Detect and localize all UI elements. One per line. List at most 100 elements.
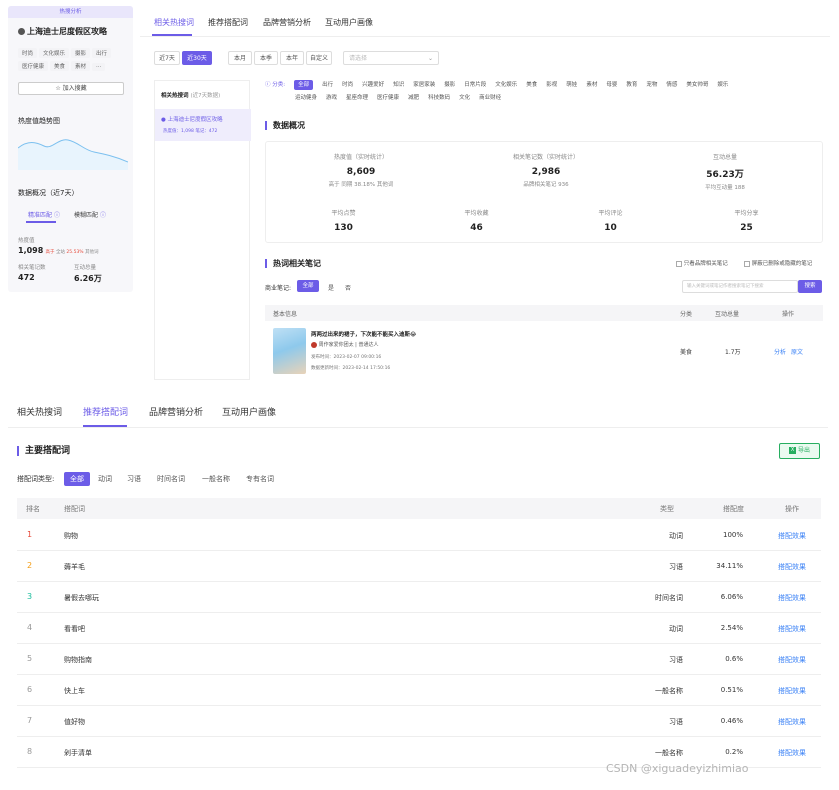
collocation-type: 时间名词 bbox=[655, 594, 683, 602]
category-item[interactable]: 医疗健康 bbox=[377, 93, 399, 103]
col-rank: 排名 bbox=[26, 505, 40, 513]
type-all[interactable]: 全部 bbox=[64, 472, 90, 486]
export-button[interactable]: X 导出 bbox=[779, 443, 820, 459]
type-time-noun[interactable]: 时间名词 bbox=[157, 474, 185, 484]
table-row: 6 快上车 一般名称 0.51% 搭配效果 bbox=[17, 675, 821, 706]
type-proper-noun[interactable]: 专有名词 bbox=[246, 474, 274, 484]
related-list-item[interactable]: ● 上海迪士尼度假区攻略 热度值：1,098 笔记：472 bbox=[155, 109, 251, 141]
collocation-effect-link[interactable]: 搭配效果 bbox=[778, 562, 806, 572]
type-verb[interactable]: 动词 bbox=[98, 474, 112, 484]
category-item[interactable]: 萌娃 bbox=[566, 80, 577, 90]
rank-number: 6 bbox=[27, 685, 33, 694]
rank-number: 7 bbox=[27, 716, 33, 725]
collocation-degree: 6.06% bbox=[720, 593, 743, 601]
tab-user-portrait[interactable]: 互动用户画像 bbox=[325, 17, 373, 28]
related-item-title: ● 上海迪士尼度假区攻略 bbox=[161, 117, 223, 123]
tab-exact-match[interactable]: 精准匹配 ⓘ bbox=[28, 210, 60, 219]
data-overview-title: 数据概况 bbox=[265, 121, 305, 130]
collocation-degree: 34.11% bbox=[716, 562, 743, 570]
category-item[interactable]: 母婴 bbox=[606, 80, 617, 90]
notes-search-input[interactable]: 输入关键词或笔记作者搜索笔记下搜索 bbox=[682, 280, 798, 293]
period-select[interactable]: 请选择 ⌄ bbox=[343, 51, 439, 65]
star-icon: ☆ bbox=[55, 85, 61, 92]
collocation-effect-link[interactable]: 搭配效果 bbox=[778, 717, 806, 727]
category-item[interactable]: 宠物 bbox=[646, 80, 657, 90]
category-item[interactable]: 美女帅哥 bbox=[686, 80, 708, 90]
category-item[interactable]: 娱乐 bbox=[717, 80, 728, 90]
category-item[interactable]: 时尚 bbox=[342, 80, 353, 90]
tab-fuzzy-match[interactable]: 模糊匹配 ⓘ bbox=[74, 210, 106, 219]
tab-user-portrait[interactable]: 互动用户画像 bbox=[222, 405, 276, 418]
category-item[interactable]: 减肥 bbox=[408, 93, 419, 103]
info-icon: ⓘ bbox=[99, 212, 106, 219]
stat-hot: 热度值（实时统计） 8,609 高于 同期 38.18% 其他词 bbox=[306, 152, 416, 188]
filter-custom[interactable]: 自定义 bbox=[306, 51, 332, 65]
filter-month[interactable]: 本月 bbox=[228, 51, 252, 65]
filter-quarter[interactable]: 本季 bbox=[254, 51, 278, 65]
tab-brand-marketing[interactable]: 品牌营销分析 bbox=[263, 17, 311, 28]
category-item[interactable]: 家居家装 bbox=[413, 80, 435, 90]
tag-list: 时尚 文化娱乐 摄影 出行医疗健康 美食 素材 ··· bbox=[18, 48, 130, 74]
collocation-word: 看看吧 bbox=[64, 625, 85, 633]
category-item[interactable]: 素材 bbox=[586, 80, 597, 90]
collocation-degree: 2.54% bbox=[720, 624, 743, 632]
filter-30days[interactable]: 近30天 bbox=[182, 51, 212, 65]
category-item[interactable]: 科技数码 bbox=[428, 93, 450, 103]
category-item[interactable]: 兴趣爱好 bbox=[362, 80, 384, 90]
metric-notes-label: 相关笔记数 bbox=[18, 265, 46, 271]
note-analyze-link[interactable]: 分析 bbox=[774, 347, 786, 356]
tab-related-search[interactable]: 相关热搜词 bbox=[17, 405, 62, 418]
category-item[interactable]: 商业财经 bbox=[479, 93, 501, 103]
filter-no[interactable]: 否 bbox=[345, 283, 351, 292]
tab-recommended-collocation[interactable]: 推荐搭配词 bbox=[83, 405, 128, 418]
collocation-effect-link[interactable]: 搭配效果 bbox=[778, 655, 806, 665]
left-panel: 热搜分析 上海迪士尼度假区攻略 时尚 文化娱乐 摄影 出行医疗健康 美食 素材 ··· ☆ … bbox=[8, 6, 133, 292]
category-item[interactable]: 运动健身 bbox=[295, 93, 317, 103]
category-item[interactable]: 星座命理 bbox=[346, 93, 368, 103]
collocation-effect-link[interactable]: 搭配效果 bbox=[778, 531, 806, 541]
collocation-effect-link[interactable]: 搭配效果 bbox=[778, 748, 806, 758]
add-favorite-button[interactable]: ☆ 加入搜藏 bbox=[18, 82, 124, 95]
type-idiom[interactable]: 习语 bbox=[127, 474, 141, 484]
note-row[interactable]: 两两过出来的裙子，下次能不能买入迪斯😂 周作家爱你团太 | 普通达人 发布时间：… bbox=[265, 322, 823, 378]
filter-all[interactable]: 全部 bbox=[297, 280, 319, 292]
tag: 素材 bbox=[71, 61, 91, 71]
collocation-effect-link[interactable]: 搭配效果 bbox=[778, 624, 806, 634]
tab-recommended-collocation[interactable]: 推荐搭配词 bbox=[208, 17, 248, 28]
category-item[interactable]: 文化 bbox=[459, 93, 470, 103]
collocation-effect-link[interactable]: 搭配效果 bbox=[778, 686, 806, 696]
check-hide-deleted[interactable]: 屏蔽已删除或隐藏的笔记 bbox=[744, 259, 812, 267]
filter-7days[interactable]: 近7天 bbox=[154, 51, 180, 65]
type-general-noun[interactable]: 一般名称 bbox=[202, 474, 230, 484]
collocation-type: 习语 bbox=[669, 563, 683, 571]
category-item[interactable]: 全部 bbox=[294, 80, 314, 90]
note-source-link[interactable]: 原文 bbox=[791, 347, 803, 356]
category-item[interactable]: 知识 bbox=[393, 80, 404, 90]
filter-year[interactable]: 本年 bbox=[280, 51, 304, 65]
filter-yes[interactable]: 是 bbox=[328, 283, 334, 292]
collocation-type: 一般名称 bbox=[655, 749, 683, 757]
category-item[interactable]: 教育 bbox=[626, 80, 637, 90]
tab-divider bbox=[8, 427, 828, 428]
tab-brand-marketing[interactable]: 品牌营销分析 bbox=[149, 405, 203, 418]
stat-value: 56.23万 bbox=[706, 170, 744, 180]
check-brand-notes[interactable]: 只看品牌相关笔记 bbox=[676, 259, 728, 267]
category-item[interactable]: 文化娱乐 bbox=[495, 80, 517, 90]
collocation-word: 快上车 bbox=[64, 687, 85, 695]
category-item[interactable]: 游戏 bbox=[326, 93, 337, 103]
category-item[interactable]: 摄影 bbox=[444, 80, 455, 90]
tab-related-search[interactable]: 相关热搜词 bbox=[154, 17, 194, 28]
related-item-meta: 热度值：1,098 笔记：472 bbox=[163, 129, 218, 134]
category-item[interactable]: 情感 bbox=[666, 80, 677, 90]
search-button[interactable]: 搜索 bbox=[798, 280, 822, 293]
type-filter-label: 搭配词类型: bbox=[17, 475, 55, 483]
category-item[interactable]: 影视 bbox=[546, 80, 557, 90]
category-item[interactable]: 出行 bbox=[322, 80, 333, 90]
table-row: 1 购物 动词 100% 搭配效果 bbox=[17, 520, 821, 551]
tag: ··· bbox=[92, 63, 106, 71]
checkbox-icon bbox=[744, 260, 750, 267]
category-item[interactable]: 日常片段 bbox=[464, 80, 486, 90]
collocation-effect-link[interactable]: 搭配效果 bbox=[778, 593, 806, 603]
note-thumbnail bbox=[273, 328, 306, 374]
category-item[interactable]: 美食 bbox=[526, 80, 537, 90]
